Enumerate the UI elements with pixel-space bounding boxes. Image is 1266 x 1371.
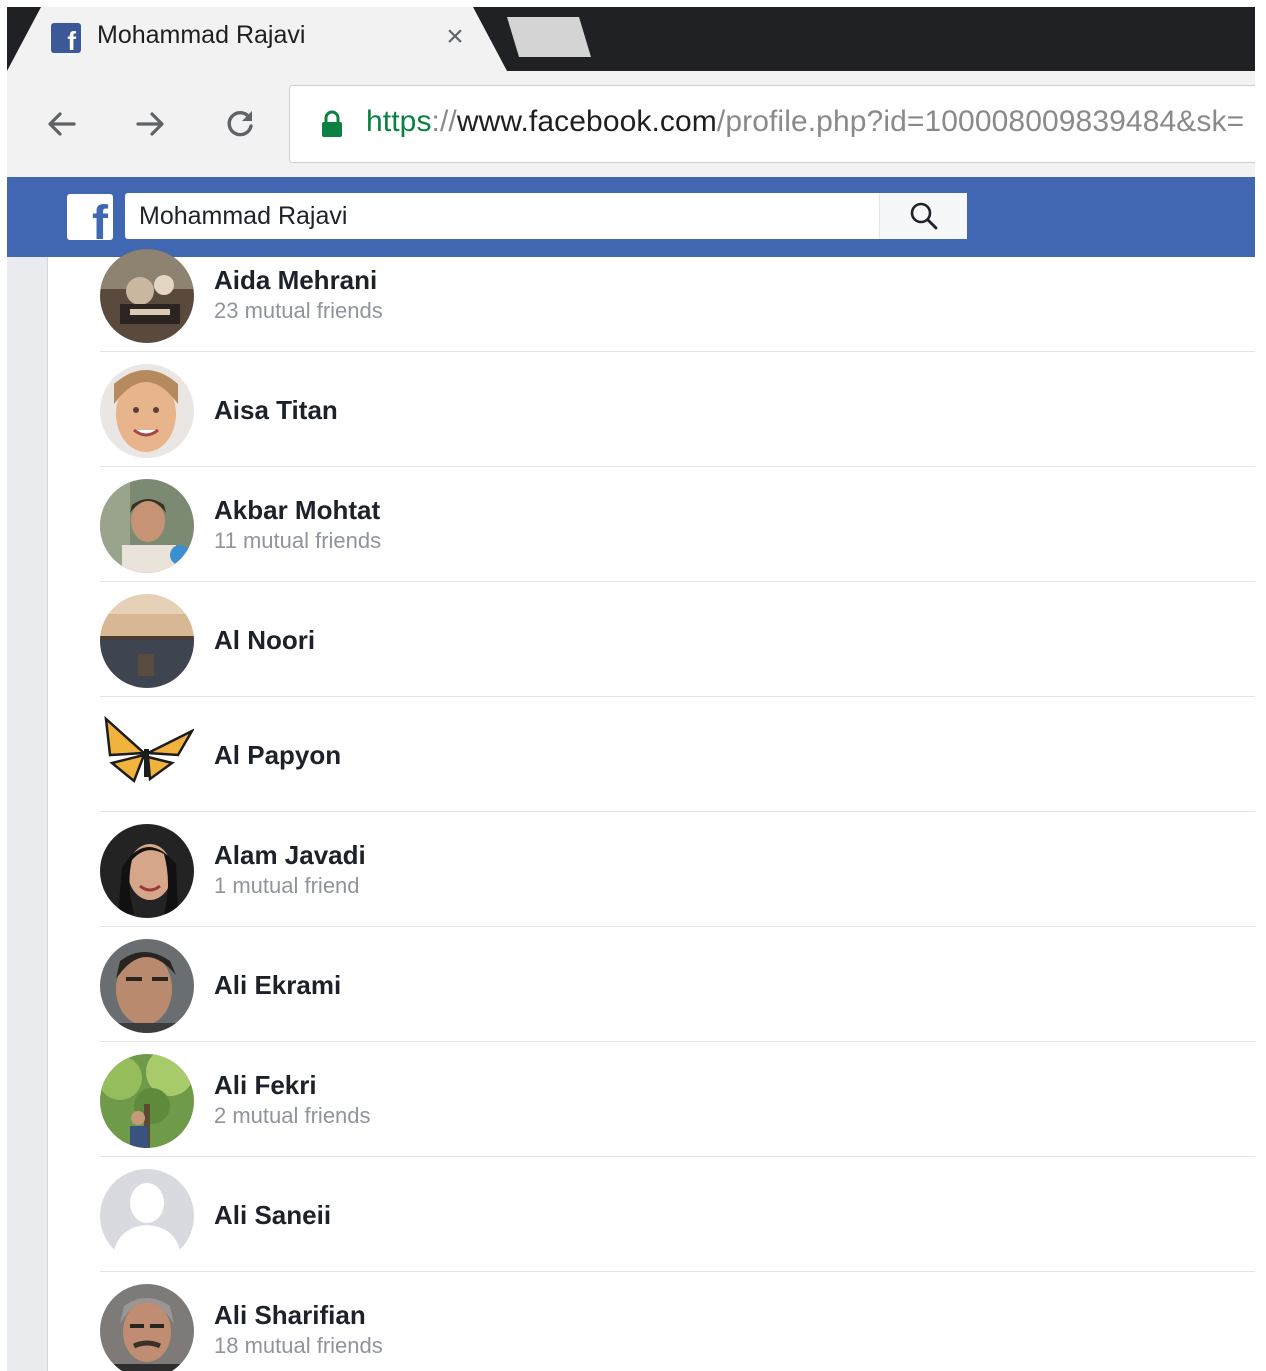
- friend-row[interactable]: Akbar Mohtat 11 mutual friends: [100, 467, 1255, 582]
- avatar[interactable]: [100, 709, 194, 803]
- friend-list: Aida Mehrani 23 mutual friends Aisa Tita…: [100, 237, 1255, 1371]
- mutual-friends-count[interactable]: 23 mutual friends: [214, 296, 383, 326]
- back-button[interactable]: [40, 104, 84, 144]
- friend-row[interactable]: Al Noori: [100, 582, 1255, 697]
- left-sidebar-gutter: [7, 257, 48, 1371]
- url-path: /profile.php?id=100008009839484&sk=: [716, 105, 1245, 138]
- friend-name[interactable]: Al Papyon: [214, 739, 341, 771]
- url-scheme: https: [366, 105, 432, 138]
- avatar[interactable]: [100, 364, 194, 458]
- facebook-search-input[interactable]: Mohammad Rajavi: [125, 193, 967, 239]
- friend-row[interactable]: Aida Mehrani 23 mutual friends: [100, 237, 1255, 352]
- friend-row[interactable]: Al Papyon: [100, 697, 1255, 812]
- avatar[interactable]: [100, 1054, 194, 1148]
- friend-row[interactable]: Ali Fekri 2 mutual friends: [100, 1042, 1255, 1157]
- search-query: Mohammad Rajavi: [139, 202, 348, 230]
- facebook-favicon-icon: f: [51, 23, 81, 53]
- facebook-logo-icon[interactable]: f: [67, 194, 113, 240]
- forward-arrow-icon: [136, 112, 164, 136]
- lock-icon: [322, 110, 342, 137]
- friend-name[interactable]: Al Noori: [214, 624, 315, 656]
- forward-button[interactable]: [128, 104, 172, 144]
- avatar[interactable]: [100, 1169, 194, 1263]
- friend-name[interactable]: Ali Fekri: [214, 1069, 371, 1101]
- browser-tab[interactable]: f Mohammad Rajavi ×: [7, 7, 507, 71]
- friend-name[interactable]: Aisa Titan: [214, 394, 338, 426]
- search-icon: [910, 202, 937, 230]
- back-arrow-icon: [48, 112, 76, 136]
- friend-name[interactable]: Ali Saneii: [214, 1199, 331, 1231]
- friend-row[interactable]: Ali Sharifian 18 mutual friends: [100, 1272, 1255, 1371]
- url-host: www.facebook.com: [456, 105, 717, 138]
- friend-name[interactable]: Ali Sharifian: [214, 1299, 383, 1331]
- friend-row[interactable]: Ali Saneii: [100, 1157, 1255, 1272]
- url-separator: ://: [431, 105, 457, 138]
- mutual-friends-count[interactable]: 2 mutual friends: [214, 1101, 371, 1131]
- avatar[interactable]: [100, 594, 194, 688]
- browser-toolbar: https://www.facebook.com/profile.php?id=…: [7, 71, 1255, 177]
- friend-name[interactable]: Alam Javadi: [214, 839, 366, 871]
- search-button[interactable]: [879, 193, 967, 239]
- url-text: https://www.facebook.com/profile.php?id=…: [366, 105, 1244, 139]
- mutual-friends-count[interactable]: 1 mutual friend: [214, 871, 366, 901]
- new-tab-button[interactable]: [507, 17, 591, 57]
- avatar[interactable]: [100, 824, 194, 918]
- close-tab-icon[interactable]: ×: [443, 22, 467, 52]
- friend-row[interactable]: Aisa Titan: [100, 352, 1255, 467]
- avatar[interactable]: [100, 249, 194, 343]
- mutual-friends-count[interactable]: 18 mutual friends: [214, 1331, 383, 1361]
- friend-name[interactable]: Aida Mehrani: [214, 264, 383, 296]
- tab-strip: f Mohammad Rajavi ×: [7, 7, 1255, 71]
- reload-button[interactable]: [218, 104, 262, 144]
- friend-name[interactable]: Ali Ekrami: [214, 969, 341, 1001]
- avatar[interactable]: [100, 1284, 194, 1371]
- avatar[interactable]: [100, 939, 194, 1033]
- friend-name[interactable]: Akbar Mohtat: [214, 494, 381, 526]
- address-bar[interactable]: https://www.facebook.com/profile.php?id=…: [289, 85, 1255, 163]
- friend-row[interactable]: Alam Javadi 1 mutual friend: [100, 812, 1255, 927]
- reload-icon: [227, 110, 253, 137]
- tab-title: Mohammad Rajavi: [97, 21, 306, 49]
- avatar[interactable]: [100, 479, 194, 573]
- mutual-friends-count[interactable]: 11 mutual friends: [214, 526, 381, 556]
- friend-row[interactable]: Ali Ekrami: [100, 927, 1255, 1042]
